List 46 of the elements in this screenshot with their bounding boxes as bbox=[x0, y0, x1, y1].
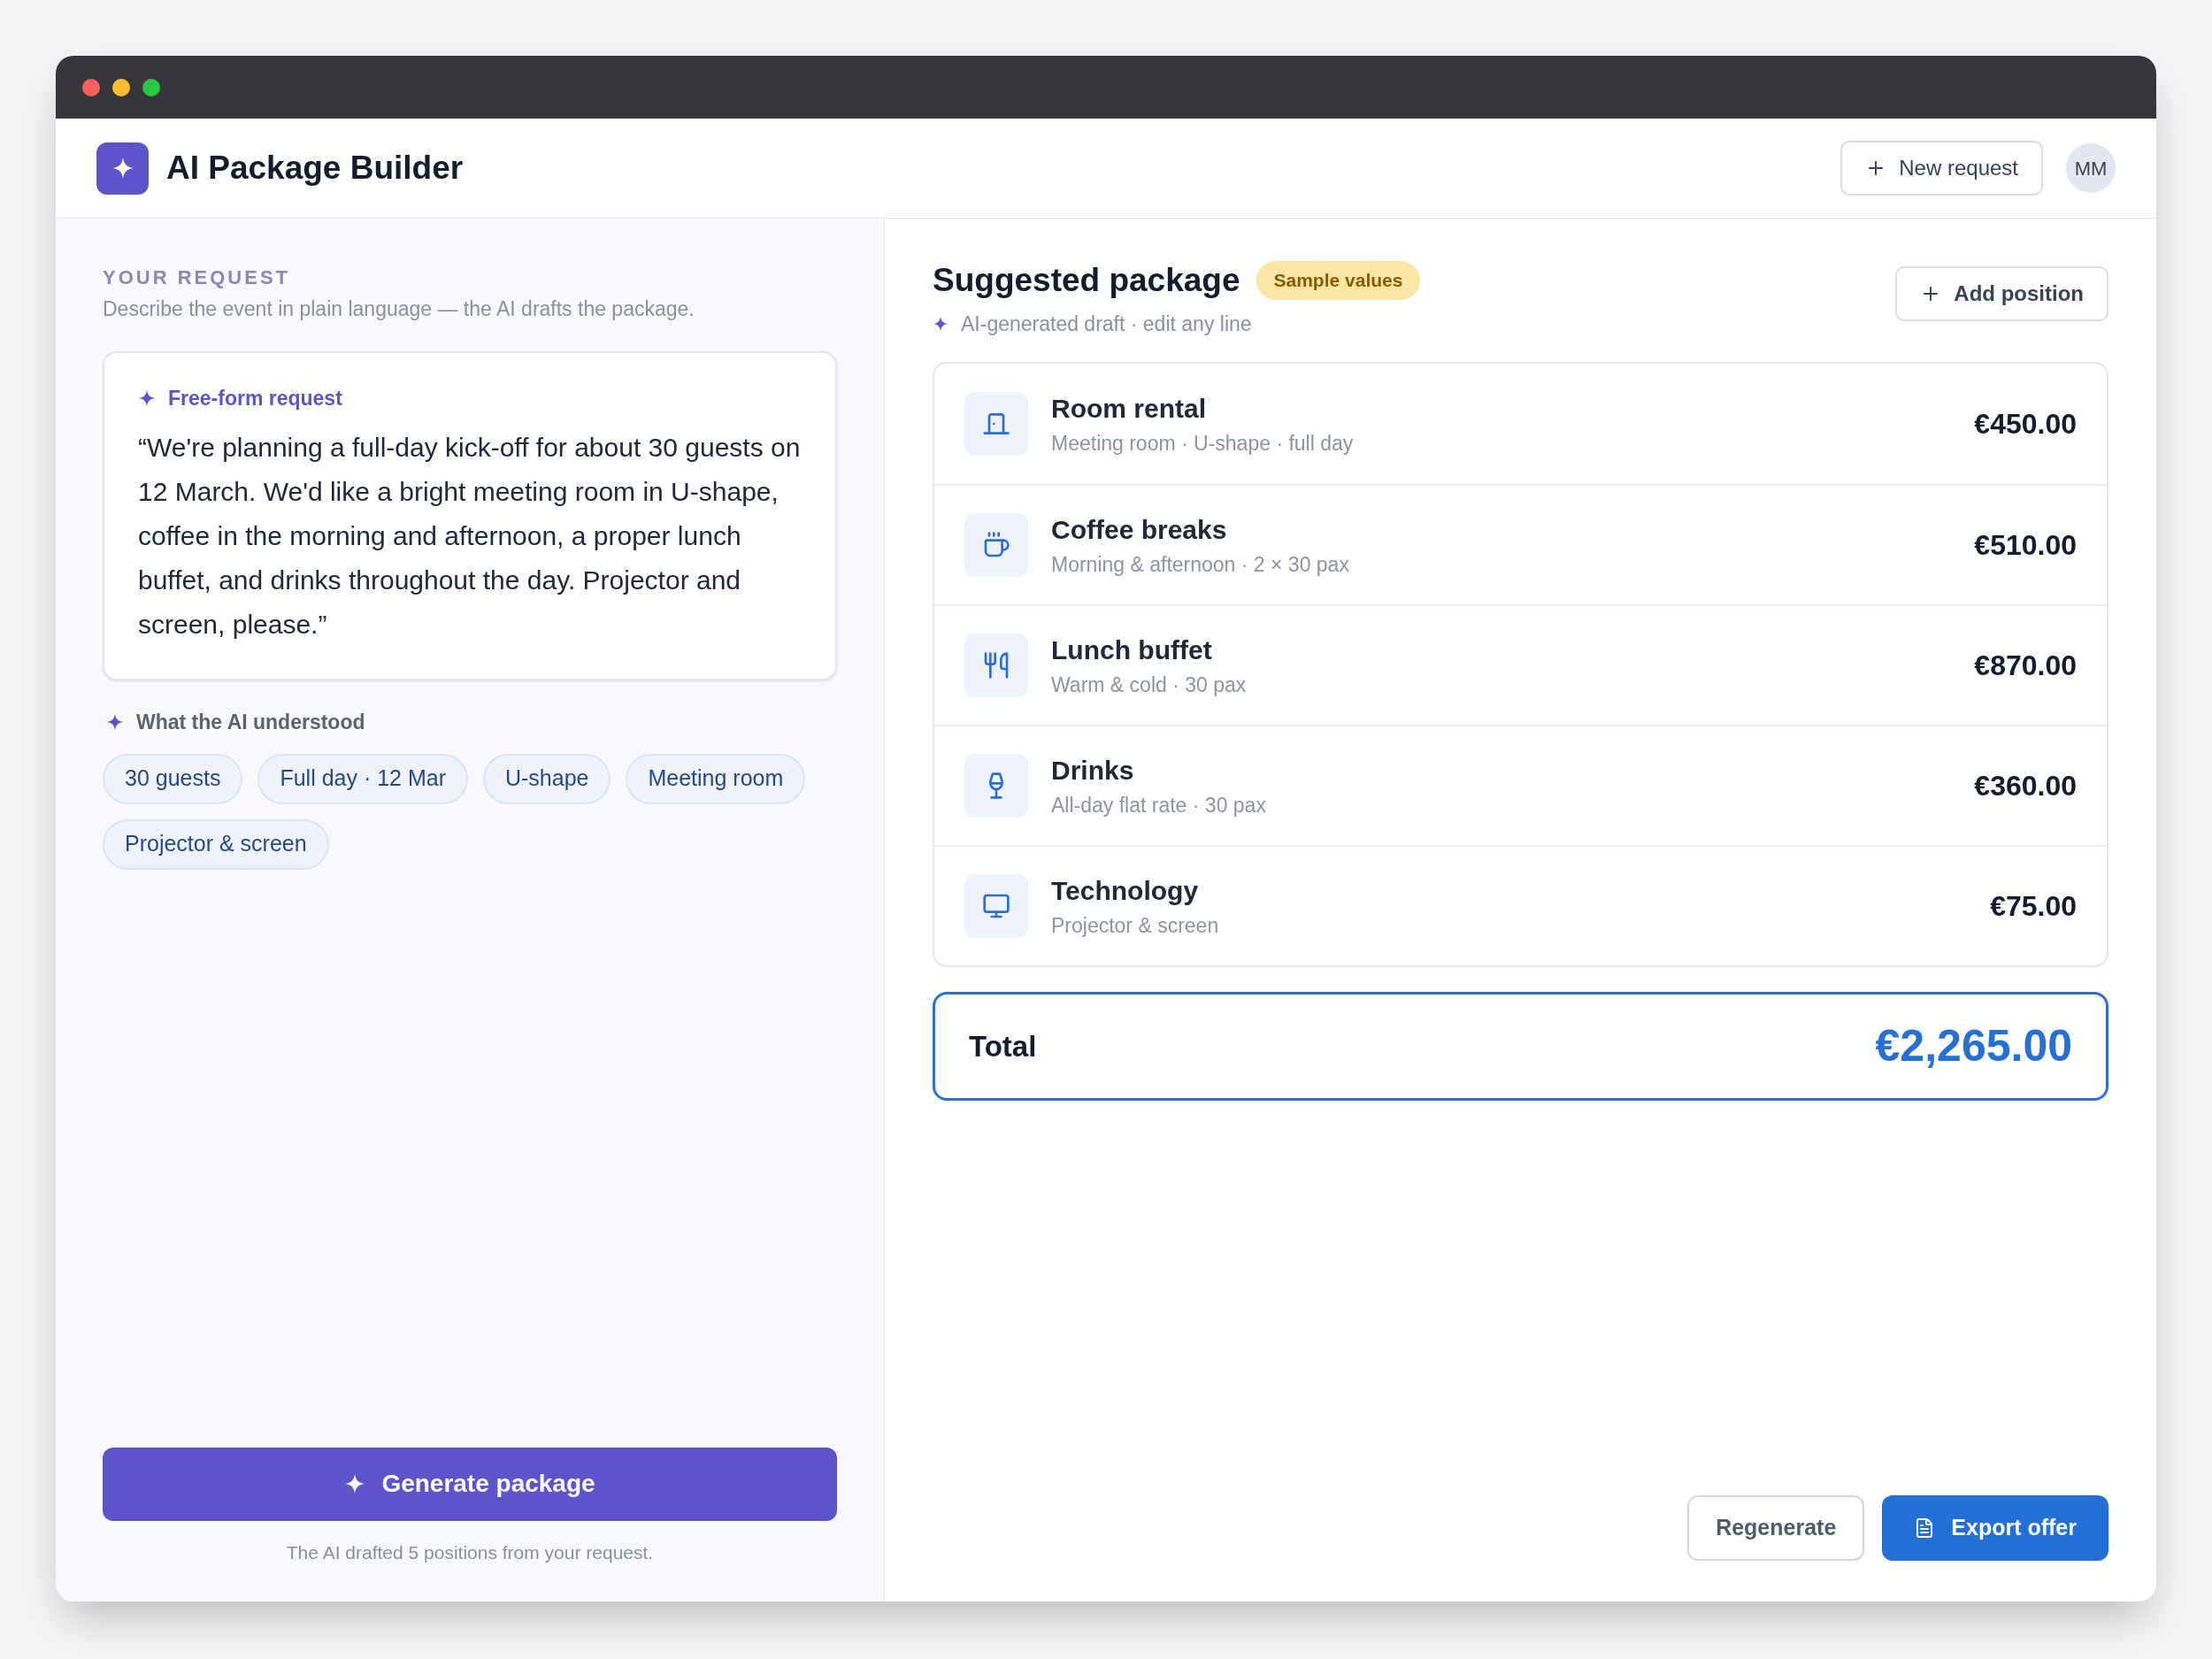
position-row[interactable]: Coffee breaks Morning & afternoon · 2 × 30 pax €510.00 bbox=[934, 484, 2107, 604]
total-value: €2,265.00 bbox=[1875, 1020, 2072, 1072]
position-detail: Morning & afternoon · 2 × 30 pax bbox=[1051, 552, 1349, 579]
position-detail: Projector & screen bbox=[1051, 913, 1219, 940]
app-title: AI Package Builder bbox=[166, 149, 464, 188]
card-label: Free-form request bbox=[168, 385, 342, 411]
position-name: Lunch buffet bbox=[1051, 634, 1213, 667]
position-price: €450.00 bbox=[1974, 407, 2077, 442]
position-name: Technology bbox=[1051, 875, 1200, 908]
request-text: “We're planning a full-day kick-off for about 30 guests on 12 March. We'd like a bright meeting room in U-shape, coffee in the morning and afternoon, a proper lunch buffet, and drinks throughout the day. Projector and screen, please.” bbox=[138, 432, 802, 641]
position-row[interactable]: Lunch buffet Warm & cold · 30 pax €870.00 bbox=[934, 604, 2107, 725]
export-button[interactable]: Export offer bbox=[1882, 1495, 2108, 1561]
position-name: Drinks bbox=[1051, 755, 1135, 787]
position-row[interactable]: Room rental Meeting room · U-shape · full day €450.00 bbox=[934, 364, 2107, 484]
package-subtitle: AI-generated draft · edit any line bbox=[961, 311, 1252, 337]
position-name: Coffee breaks bbox=[1051, 514, 1228, 547]
position-detail: All-day flat rate · 30 pax bbox=[1051, 793, 1266, 819]
package-title: Suggested package bbox=[933, 261, 1240, 300]
tag-chip: U-shape bbox=[483, 753, 611, 804]
position-name: Room rental bbox=[1051, 393, 1208, 426]
position-price: €510.00 bbox=[1974, 528, 2077, 563]
tag-chip: Meeting room bbox=[626, 753, 806, 804]
footer-note: The AI drafted 5 positions from your request. bbox=[285, 1540, 655, 1564]
position-row[interactable]: Technology Projector & screen €75.00 bbox=[934, 845, 2107, 965]
new-request-button[interactable]: New request bbox=[1840, 141, 2043, 196]
position-detail: Meeting room · U-shape · full day bbox=[1051, 431, 1354, 457]
position-price: €75.00 bbox=[1990, 889, 2077, 924]
monitor-icon bbox=[982, 892, 1010, 920]
tag-chip: Projector & screen bbox=[103, 818, 329, 870]
total-label: Total bbox=[969, 1028, 1037, 1064]
sample-badge: Sample values bbox=[1256, 261, 1421, 300]
tag-chip: Full day · 12 Mar bbox=[257, 753, 468, 804]
understood-label: What the AI understood bbox=[136, 710, 365, 735]
position-price: €360.00 bbox=[1974, 769, 2077, 803]
add-position-button[interactable]: Add position bbox=[1895, 266, 2108, 321]
section-label: YOUR REQUEST bbox=[103, 265, 292, 290]
position-row[interactable]: Drinks All-day flat rate · 30 pax €360.00 bbox=[934, 725, 2107, 845]
generate-button[interactable]: Generate package bbox=[103, 1447, 837, 1521]
position-price: €870.00 bbox=[1974, 649, 2077, 683]
section-hint: Describe the event in plain language — the AI drafts the package. bbox=[103, 296, 695, 322]
avatar[interactable]: MM bbox=[2066, 143, 2116, 193]
tag-chip: 30 guests bbox=[103, 753, 243, 804]
position-detail: Warm & cold · 30 pax bbox=[1051, 672, 1247, 699]
utensils-icon bbox=[982, 651, 1010, 680]
regenerate-button[interactable]: Regenerate bbox=[1687, 1495, 1865, 1561]
cup-icon bbox=[982, 531, 1010, 559]
